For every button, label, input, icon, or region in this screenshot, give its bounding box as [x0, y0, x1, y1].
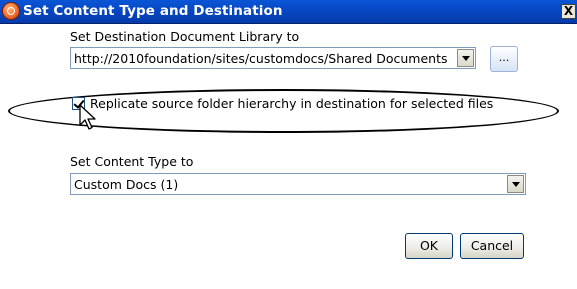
- content-type-combo[interactable]: Custom Docs (1): [70, 173, 526, 195]
- content-type-value: Custom Docs (1): [74, 177, 179, 192]
- mouse-cursor-icon: [79, 104, 96, 130]
- chevron-down-icon[interactable]: [457, 49, 474, 67]
- app-icon: [3, 3, 19, 19]
- destination-library-combo[interactable]: http://2010foundation/sites/customdocs/S…: [70, 47, 476, 69]
- browse-button[interactable]: ...: [490, 46, 518, 72]
- title-bar: Set Content Type and Destination X: [0, 0, 577, 24]
- content-type-label: Set Content Type to: [70, 154, 194, 169]
- destination-library-value: http://2010foundation/sites/customdocs/S…: [74, 51, 448, 66]
- replicate-hierarchy-label: Replicate source folder hierarchy in des…: [90, 96, 494, 111]
- close-button[interactable]: X: [561, 4, 576, 19]
- window-title: Set Content Type and Destination: [23, 3, 283, 19]
- ok-button[interactable]: OK: [405, 233, 453, 259]
- cancel-button[interactable]: Cancel: [460, 233, 524, 259]
- destination-library-label: Set Destination Document Library to: [70, 29, 300, 44]
- chevron-down-icon[interactable]: [507, 175, 524, 193]
